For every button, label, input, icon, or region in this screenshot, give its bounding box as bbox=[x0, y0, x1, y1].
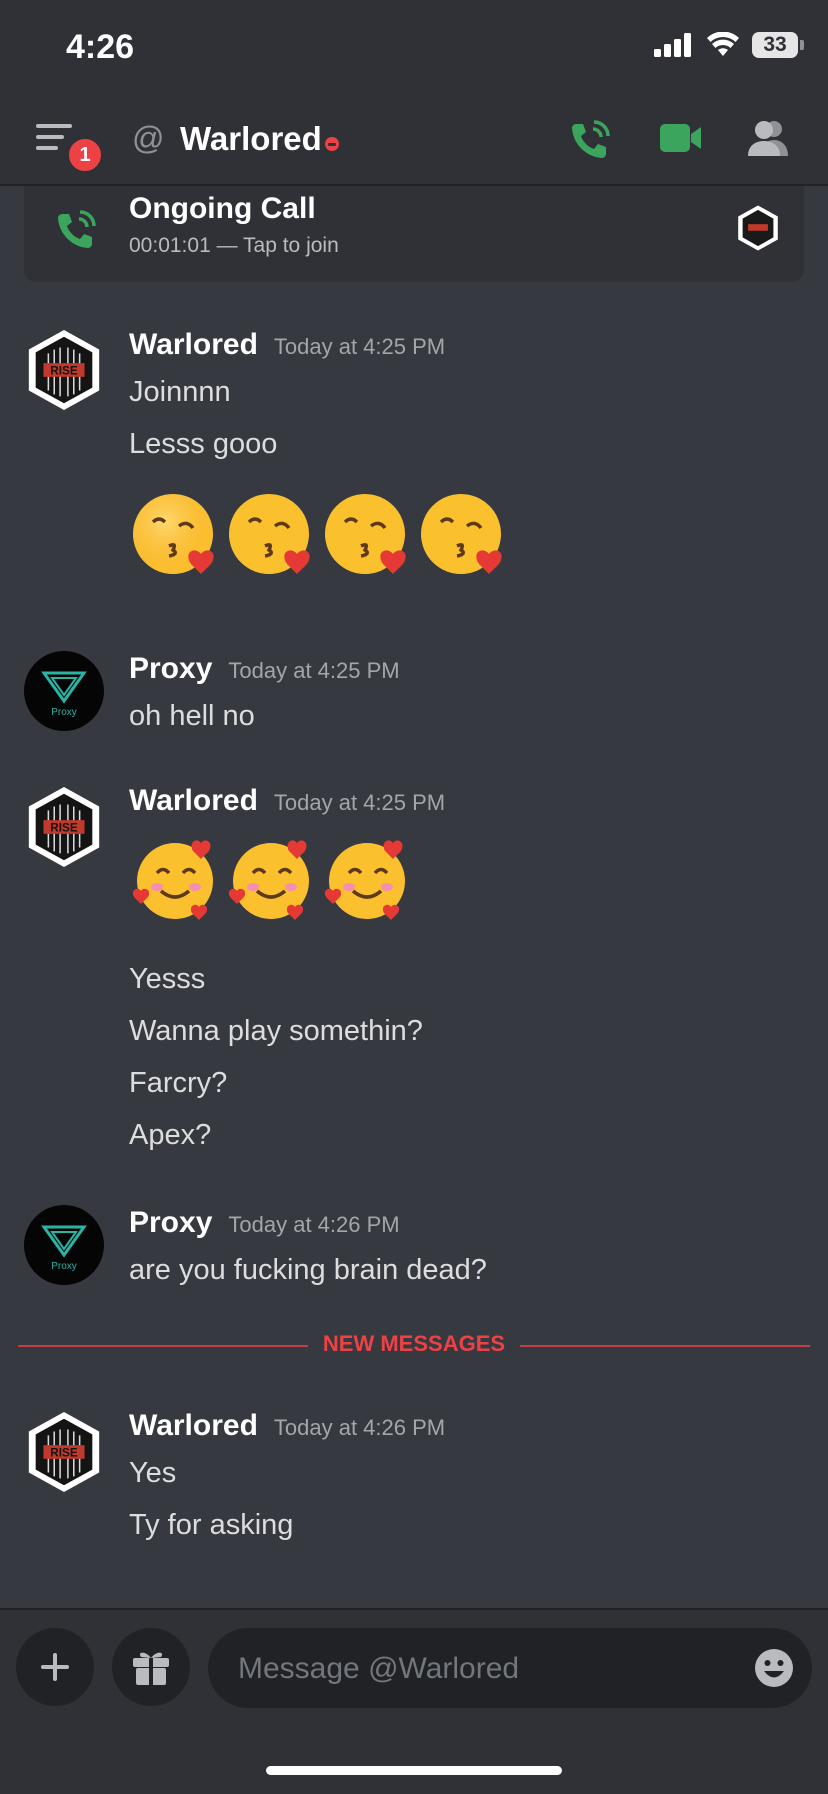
emoji-picker-icon[interactable] bbox=[754, 1648, 794, 1688]
status-icons: 33 bbox=[654, 32, 804, 58]
notification-badge: 1 bbox=[66, 136, 104, 174]
message-author[interactable]: Warlored Today at 4:25 PM bbox=[129, 328, 445, 362]
message-text: Farcry? bbox=[129, 1067, 228, 1099]
message-author[interactable]: Warlored Today at 4:26 PM bbox=[129, 1409, 445, 1443]
video-call-icon[interactable] bbox=[660, 124, 702, 157]
plus-icon bbox=[41, 1653, 69, 1681]
signal-icon bbox=[654, 33, 691, 57]
battery-icon: 33 bbox=[752, 32, 804, 58]
top-bar: 4:26 33 1 @ Warlored bbox=[0, 0, 828, 186]
wifi-icon bbox=[707, 32, 739, 56]
message-text: are you fucking brain dead? bbox=[129, 1254, 487, 1286]
message-author[interactable]: Proxy Today at 4:25 PM bbox=[129, 652, 400, 686]
svg-text:RISE: RISE bbox=[50, 364, 78, 377]
smiling-hearts-emoji[interactable] bbox=[321, 833, 413, 925]
message-text: Yesss bbox=[129, 963, 206, 995]
call-title: Ongoing Call bbox=[129, 192, 316, 225]
message-text: Lesss gooo bbox=[129, 428, 278, 460]
emoji-row bbox=[129, 488, 509, 580]
svg-text:Proxy: Proxy bbox=[51, 1261, 77, 1272]
dnd-status-icon bbox=[325, 137, 339, 151]
avatar-warlored[interactable]: RISE bbox=[24, 1410, 104, 1493]
emoji-row bbox=[129, 833, 413, 925]
message-text: Wanna play somethin? bbox=[129, 1015, 423, 1047]
message-text: Joinnnn bbox=[129, 376, 231, 408]
svg-text:RISE: RISE bbox=[50, 1446, 78, 1459]
svg-text:Proxy: Proxy bbox=[51, 707, 77, 718]
add-attachment-button[interactable] bbox=[16, 1628, 94, 1706]
kissing-heart-emoji[interactable] bbox=[321, 488, 413, 580]
message-text: Ty for asking bbox=[129, 1509, 294, 1541]
message-text: Apex? bbox=[129, 1119, 212, 1151]
message-timestamp: Today at 4:26 PM bbox=[228, 1212, 400, 1237]
at-sign-icon: @ bbox=[132, 120, 165, 156]
message-timestamp: Today at 4:26 PM bbox=[273, 1415, 446, 1440]
call-participant-avatar bbox=[736, 204, 780, 257]
call-phone-icon bbox=[54, 208, 98, 257]
message-input-container[interactable] bbox=[208, 1628, 812, 1710]
avatar-proxy[interactable]: Proxy bbox=[24, 651, 104, 731]
gift-button[interactable] bbox=[112, 1628, 190, 1706]
kissing-heart-emoji[interactable] bbox=[225, 488, 317, 580]
gift-icon bbox=[133, 1652, 169, 1685]
status-time: 4:26 bbox=[66, 28, 135, 66]
message-author[interactable]: Warlored Today at 4:25 PM bbox=[129, 784, 445, 818]
avatar-warlored[interactable]: RISE bbox=[24, 785, 104, 868]
new-messages-label: NEW MESSAGES bbox=[322, 1331, 506, 1356]
kissing-heart-emoji[interactable] bbox=[129, 488, 221, 580]
message-timestamp: Today at 4:25 PM bbox=[273, 790, 446, 815]
smiling-hearts-emoji[interactable] bbox=[129, 833, 221, 925]
avatar-warlored[interactable]: RISE bbox=[24, 328, 104, 411]
svg-text:RISE: RISE bbox=[50, 821, 78, 834]
message-author[interactable]: Proxy Today at 4:26 PM bbox=[129, 1206, 400, 1240]
message-timestamp: Today at 4:25 PM bbox=[228, 658, 400, 683]
call-subtitle: 00:01:01 — Tap to join bbox=[129, 234, 339, 257]
message-text: Yes bbox=[129, 1457, 177, 1489]
home-indicator bbox=[266, 1766, 562, 1775]
members-icon[interactable] bbox=[746, 118, 790, 163]
smiling-hearts-emoji[interactable] bbox=[225, 833, 317, 925]
voice-call-icon[interactable] bbox=[568, 118, 612, 167]
message-input[interactable] bbox=[236, 1628, 720, 1710]
message-timestamp: Today at 4:25 PM bbox=[273, 334, 446, 359]
channel-title[interactable]: Warlored bbox=[180, 120, 322, 158]
avatar-proxy[interactable]: Proxy bbox=[24, 1205, 104, 1285]
ongoing-call-bar[interactable]: Ongoing Call 00:01:01 — Tap to join bbox=[24, 186, 804, 282]
message-text: oh hell no bbox=[129, 700, 255, 732]
kissing-heart-emoji[interactable] bbox=[417, 488, 509, 580]
